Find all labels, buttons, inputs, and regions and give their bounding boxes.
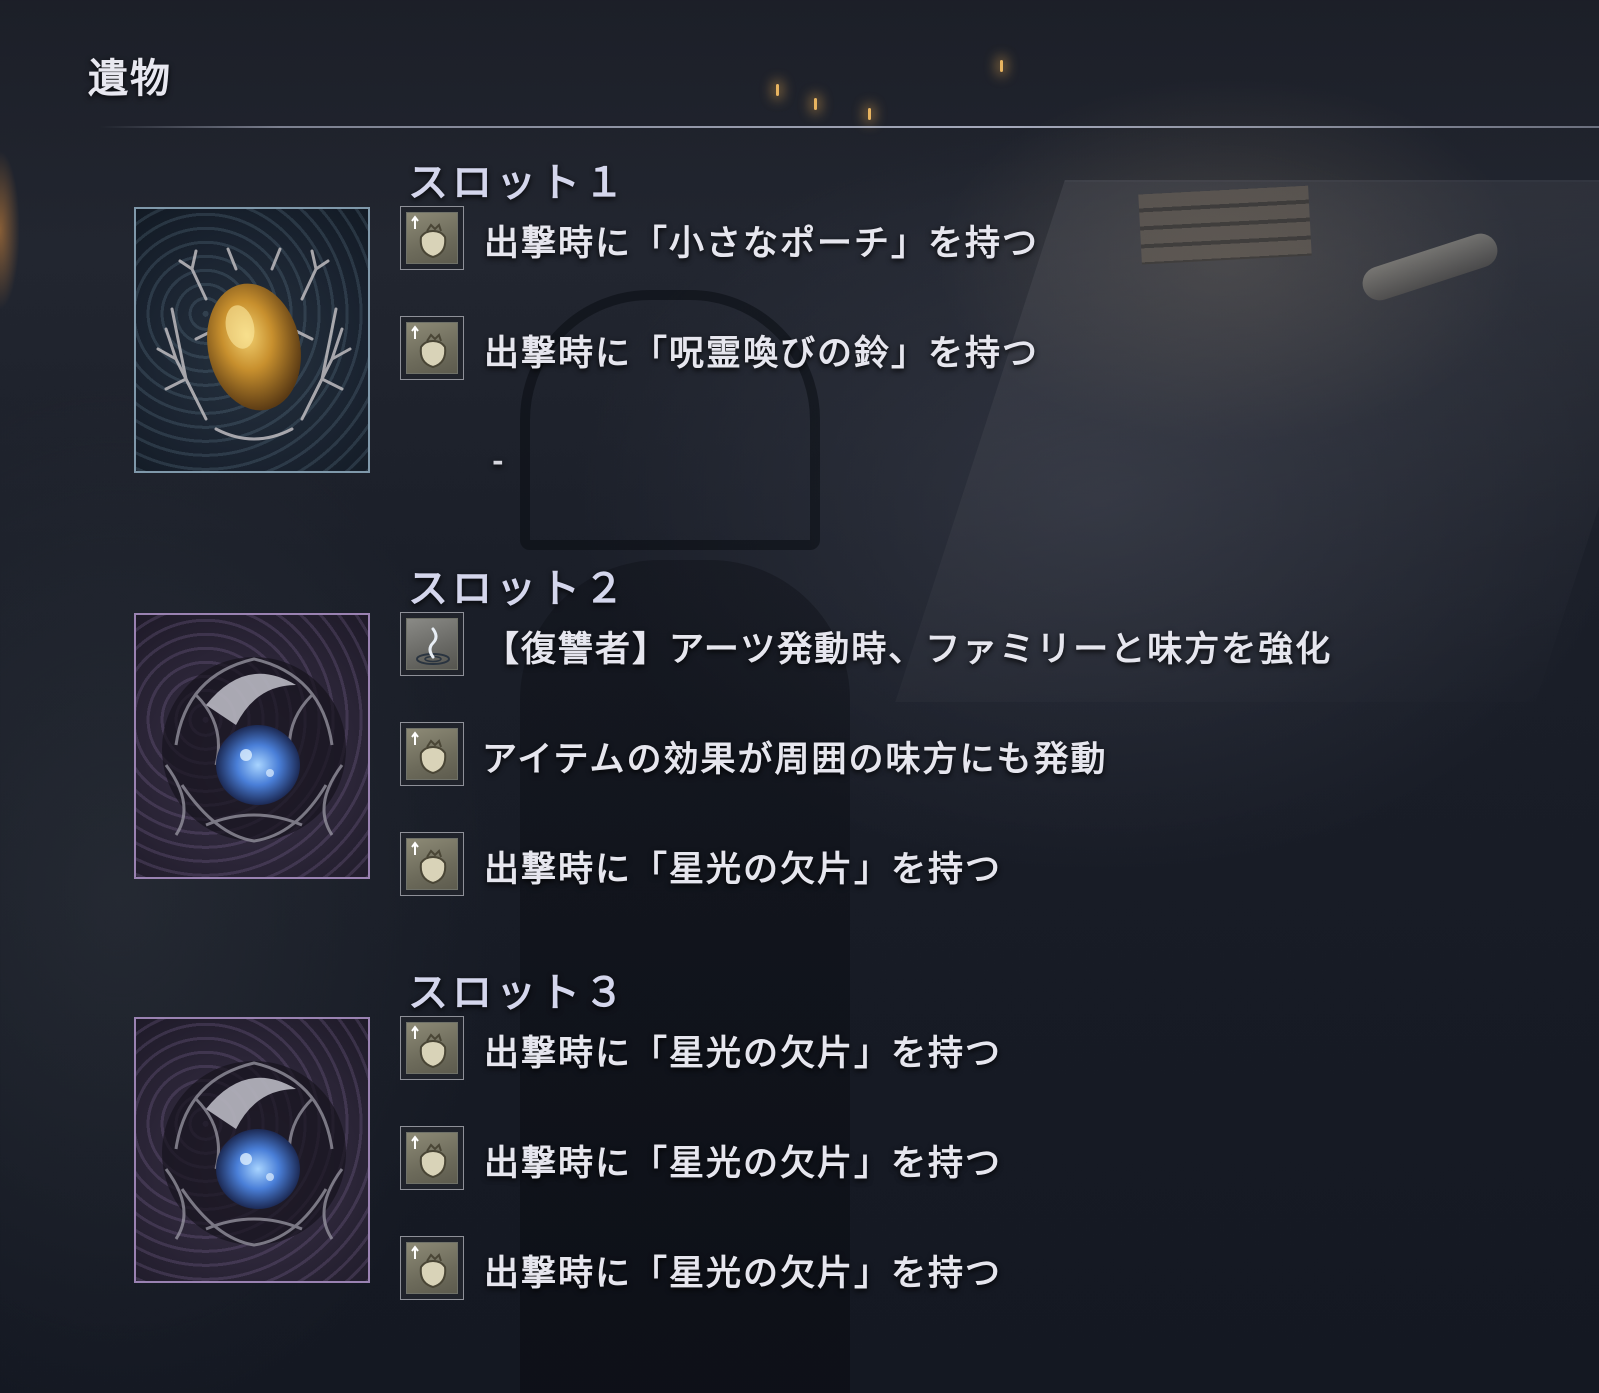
effect-row[interactable]: アイテムの効果が周囲の味方にも発動: [400, 722, 1500, 788]
effect-row[interactable]: 出撃時に「星光の欠片」を持つ: [400, 832, 1500, 898]
pouch-icon: [400, 1236, 464, 1300]
effect-text: 出撃時に「星光の欠片」を持つ: [484, 1143, 1003, 1184]
amber-relic-icon[interactable]: [134, 207, 370, 473]
effect-text: アイテムの効果が周囲の味方にも発動: [482, 739, 1108, 780]
effect-row[interactable]: 【復讐者】アーツ発動時、ファミリーと味方を強化: [400, 612, 1500, 678]
background-torch-glow: [0, 150, 20, 310]
pouch-icon: [400, 1126, 464, 1190]
background-candle: [868, 108, 871, 120]
arts-icon: [400, 612, 464, 676]
effect-row[interactable]: 出撃時に「星光の欠片」を持つ: [400, 1126, 1500, 1192]
effect-text: 出撃時に「星光の欠片」を持つ: [484, 1253, 1003, 1294]
effect-text: 出撃時に「星光の欠片」を持つ: [484, 1033, 1003, 1074]
starlight-relic-art: [162, 657, 346, 843]
background-candle: [814, 98, 817, 110]
pouch-icon: [400, 206, 464, 270]
slot-title: スロット１: [408, 159, 628, 206]
effect-text: 出撃時に「小さなポーチ」を持つ: [484, 223, 1040, 264]
pouch-icon: [400, 722, 464, 786]
starlight-relic-icon[interactable]: [134, 613, 370, 879]
effect-text: 出撃時に「星光の欠片」を持つ: [484, 849, 1003, 890]
pouch-icon: [400, 1016, 464, 1080]
amber-relic-art: [156, 247, 352, 441]
page-title: 遺物: [88, 55, 172, 102]
header-divider: [100, 126, 1599, 128]
pouch-icon: [400, 832, 464, 896]
starlight-relic-art: [162, 1061, 346, 1247]
background-candle: [776, 84, 779, 96]
slot-title: スロット２: [408, 565, 628, 612]
slot-title: スロット３: [408, 969, 628, 1016]
effect-row[interactable]: 出撃時に「星光の欠片」を持つ: [400, 1236, 1500, 1302]
empty-effect-marker[interactable]: -: [492, 444, 504, 477]
effect-row[interactable]: 出撃時に「星光の欠片」を持つ: [400, 1016, 1500, 1082]
background-candle: [1000, 60, 1003, 72]
effect-row[interactable]: 出撃時に「呪霊喚びの鈴」を持つ: [400, 316, 1500, 382]
effect-text: 出撃時に「呪霊喚びの鈴」を持つ: [484, 333, 1040, 374]
starlight-relic-icon[interactable]: [134, 1017, 370, 1283]
effect-row[interactable]: 出撃時に「小さなポーチ」を持つ: [400, 206, 1500, 272]
pouch-icon: [400, 316, 464, 380]
effect-text: 【復讐者】アーツ発動時、ファミリーと味方を強化: [484, 629, 1333, 670]
